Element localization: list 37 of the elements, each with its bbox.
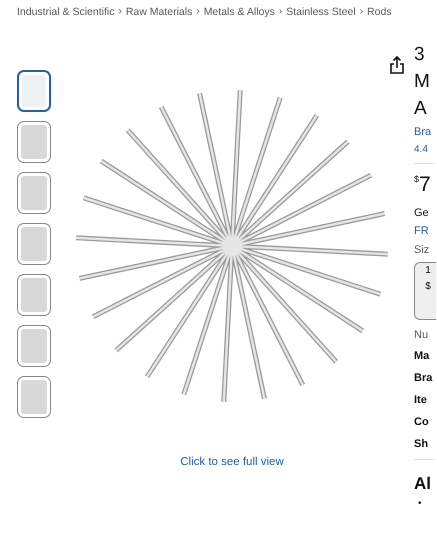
product-thumbnail[interactable] [17,70,51,112]
product-thumbnail[interactable] [17,223,51,265]
size-option[interactable]: 1 $ [414,262,436,320]
product-thumbnail[interactable] [17,376,51,418]
delivery-text: Ge [414,206,430,221]
spec-label: Ite [414,394,428,407]
breadcrumb-separator: › [196,6,200,17]
quantity-label: Nu [414,329,430,341]
breadcrumb-link[interactable]: Raw Materials [126,6,192,18]
spec-label: Sh [414,438,430,451]
full-view-link[interactable]: Click to see full view [180,456,284,468]
product-title: A [414,97,428,121]
brand-link[interactable]: Bra [414,126,436,138]
about-heading: Al [414,474,432,494]
spec-label: Bra [414,372,434,385]
product-title: M [414,70,431,94]
delivery-text: FR [414,224,430,239]
product-thumbnail[interactable] [17,172,51,214]
product-title: 3 [414,43,426,67]
size-label: Siz [414,243,430,258]
breadcrumb-link[interactable]: Metals & Alloys [204,6,275,18]
breadcrumb-link[interactable]: Industrial & Scientific [17,6,114,18]
breadcrumb-separator: › [360,6,364,17]
breadcrumb-link[interactable]: Stainless Steel [286,6,356,18]
bullet-marker: • [418,498,423,509]
product-thumbnail[interactable] [17,274,51,316]
breadcrumb-separator: › [118,6,122,17]
product-thumbnail[interactable] [17,121,51,163]
price-text: 7 [419,174,431,196]
product-thumbnail[interactable] [17,325,51,367]
currency-symbol: $ [414,174,420,184]
breadcrumb-link[interactable]: Rods [367,6,392,18]
spec-label: Co [414,416,430,429]
rating-text[interactable]: 4.4 [414,144,436,155]
share-icon[interactable] [389,56,405,74]
breadcrumb-separator: › [278,6,282,17]
spec-label: Ma [414,350,430,363]
